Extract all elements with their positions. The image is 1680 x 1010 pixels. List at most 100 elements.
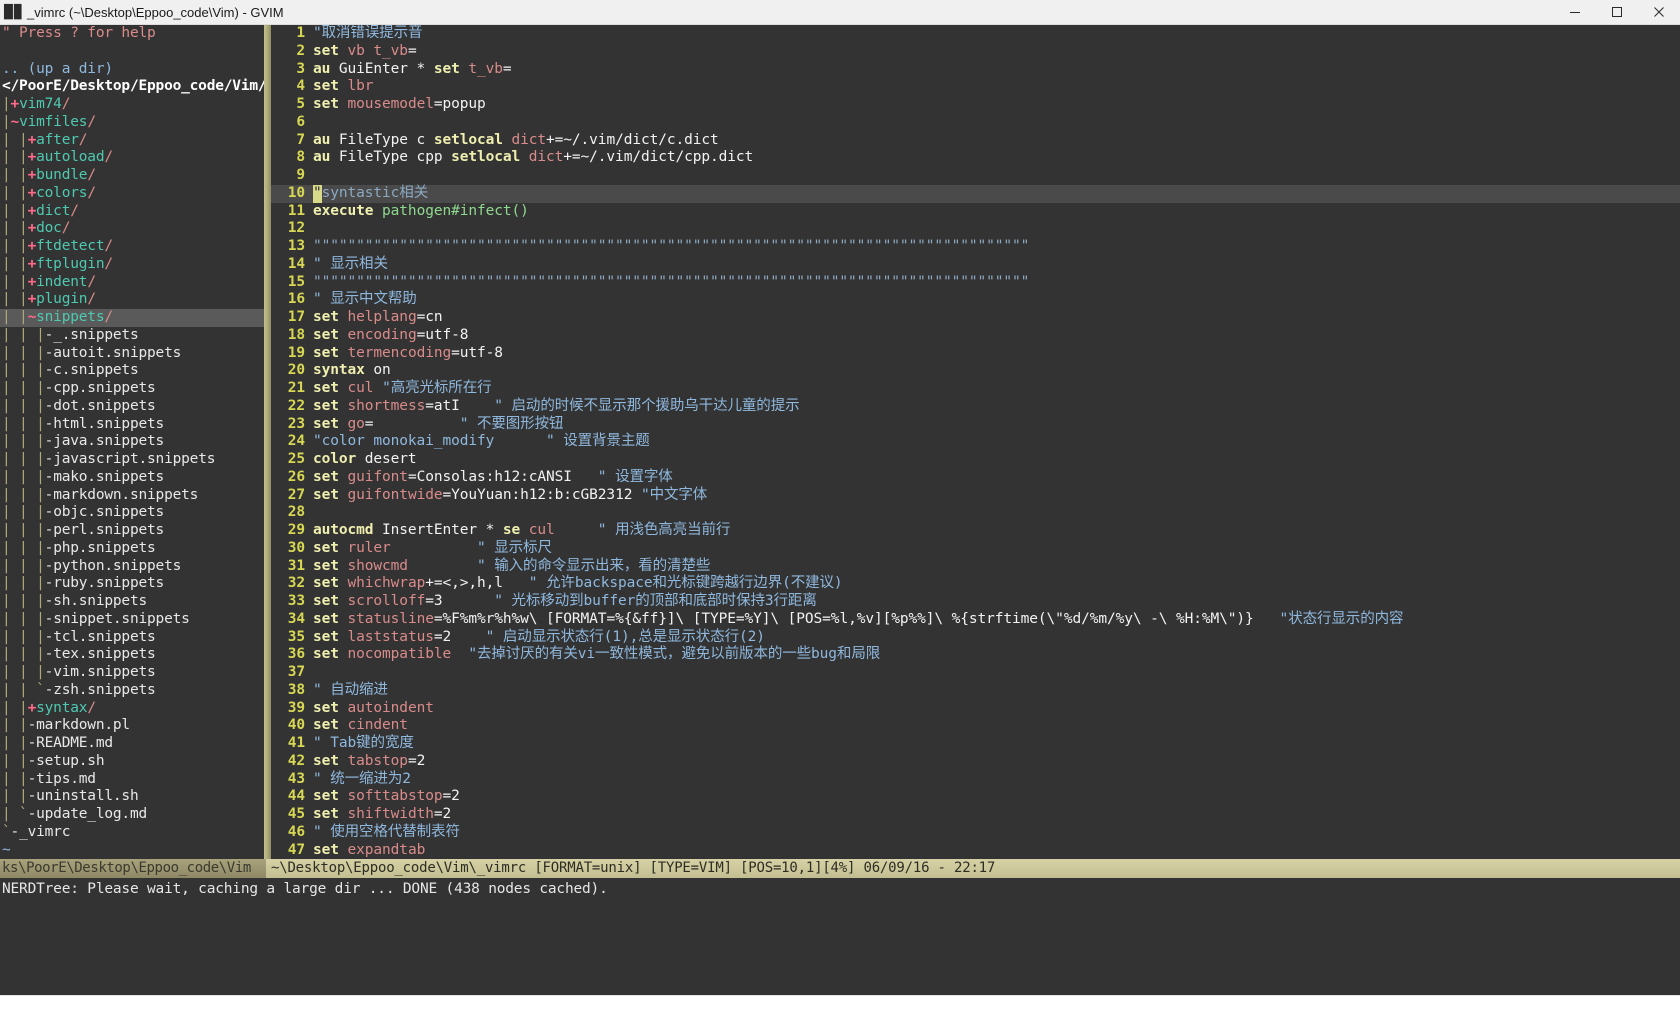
editor-line[interactable]: 35 set laststatus=2 " 启动显示状态行(1),总是显示状态行(… bbox=[271, 629, 1680, 647]
editor-line[interactable]: 27 set guifontwide=YouYuan:h12:b:cGB2312 … bbox=[271, 487, 1680, 505]
nerdtree-item-dot-snippets[interactable]: | | |-dot.snippets bbox=[0, 398, 264, 416]
nerdtree-item-uninstall-sh[interactable]: | |-uninstall.sh bbox=[0, 788, 264, 806]
nerdtree-root-path[interactable]: </PoorE/Desktop/Eppoo_code/Vim/ bbox=[0, 78, 264, 96]
editor-line[interactable]: 13 """"""""""""""""""""""""""""""""""""""… bbox=[271, 238, 1680, 256]
editor-line[interactable]: 40 set cindent bbox=[271, 717, 1680, 735]
nerdtree-item-autoit-snippets[interactable]: | | |-autoit.snippets bbox=[0, 345, 264, 363]
editor-line[interactable]: 3 au GuiEnter * set t_vb= bbox=[271, 61, 1680, 79]
editor-line[interactable]: 45 set shiftwidth=2 bbox=[271, 806, 1680, 824]
code-token: set bbox=[313, 593, 348, 609]
editor-line[interactable]: 16 " 显示中文帮助 bbox=[271, 291, 1680, 309]
nerdtree-item-indent[interactable]: | |+indent/ bbox=[0, 274, 264, 292]
editor-line[interactable]: 4 set lbr bbox=[271, 78, 1680, 96]
editor-line[interactable]: 2 set vb t_vb= bbox=[271, 43, 1680, 61]
editor-line[interactable]: 22 set shortmess=atI " 启动的时候不显示那个援助乌干达儿童的… bbox=[271, 398, 1680, 416]
nerdtree-item-doc[interactable]: | |+doc/ bbox=[0, 220, 264, 238]
editor-line[interactable]: 18 set encoding=utf-8 bbox=[271, 327, 1680, 345]
editor-line[interactable]: 29 autocmd InsertEnter * se cul " 用浅色高亮当前… bbox=[271, 522, 1680, 540]
editor-line[interactable]: 11 execute pathogen#infect() bbox=[271, 203, 1680, 221]
editor-line[interactable]: 17 set helplang=cn bbox=[271, 309, 1680, 327]
editor-line[interactable]: 14 " 显示相关 bbox=[271, 256, 1680, 274]
nerdtree-up-a-dir[interactable]: .. (up a dir) bbox=[0, 61, 264, 79]
close-button[interactable] bbox=[1638, 0, 1680, 24]
nerdtree-item-vim-snippets[interactable]: | | |-vim.snippets bbox=[0, 664, 264, 682]
nerdtree-item-vimrc[interactable]: `-_vimrc bbox=[0, 824, 264, 842]
nerdtree-item-php-snippets[interactable]: | | |-php.snippets bbox=[0, 540, 264, 558]
nerdtree-item-autoload[interactable]: | |+autoload/ bbox=[0, 149, 264, 167]
nerdtree-item-syntax[interactable]: | |+syntax/ bbox=[0, 700, 264, 718]
nerdtree-item-sh-snippets[interactable]: | | |-sh.snippets bbox=[0, 593, 264, 611]
editor-line[interactable]: 1 "取消错误提示音 bbox=[271, 25, 1680, 43]
editor-line[interactable]: 8 au FileType cpp setlocal dict+=~/.vim/d… bbox=[271, 149, 1680, 167]
nerdtree-item-zsh-snippets[interactable]: | | `-zsh.snippets bbox=[0, 682, 264, 700]
editor-line[interactable]: 34 set statusline=%F%m%r%h%w\ [FORMAT=%{&… bbox=[271, 611, 1680, 629]
editor-line[interactable]: 42 set tabstop=2 bbox=[271, 753, 1680, 771]
nerdtree-item-ruby-snippets[interactable]: | | |-ruby.snippets bbox=[0, 575, 264, 593]
nerdtree-item-plugin[interactable]: | |+plugin/ bbox=[0, 291, 264, 309]
nerdtree-item-setup-sh[interactable]: | |-setup.sh bbox=[0, 753, 264, 771]
editor-line[interactable]: 30 set ruler " 显示标尺 bbox=[271, 540, 1680, 558]
editor-line[interactable]: 15 """"""""""""""""""""""""""""""""""""""… bbox=[271, 274, 1680, 292]
nerdtree-item-tcl-snippets[interactable]: | | |-tcl.snippets bbox=[0, 629, 264, 647]
nerdtree-item-snippets[interactable]: | | |-_.snippets bbox=[0, 327, 264, 345]
nerdtree-item-javascript-snippets[interactable]: | | |-javascript.snippets bbox=[0, 451, 264, 469]
nerdtree-item-mako-snippets[interactable]: | | |-mako.snippets bbox=[0, 469, 264, 487]
nerdtree-item-perl-snippets[interactable]: | | |-perl.snippets bbox=[0, 522, 264, 540]
nerdtree-item-snippet-snippets[interactable]: | | |-snippet.snippets bbox=[0, 611, 264, 629]
editor-line[interactable]: 41 " Tab键的宽度 bbox=[271, 735, 1680, 753]
nerdtree-item-c-snippets[interactable]: | | |-c.snippets bbox=[0, 362, 264, 380]
editor-line[interactable]: 43 " 统一缩进为2 bbox=[271, 771, 1680, 789]
nerdtree-item-cpp-snippets[interactable]: | | |-cpp.snippets bbox=[0, 380, 264, 398]
nerdtree-item-tex-snippets[interactable]: | | |-tex.snippets bbox=[0, 646, 264, 664]
nerdtree-item-vim74[interactable]: |+vim74/ bbox=[0, 96, 264, 114]
nerdtree-item-dict[interactable]: | |+dict/ bbox=[0, 203, 264, 221]
editor-line[interactable]: 6 bbox=[271, 114, 1680, 132]
nerdtree-item-markdown-pl[interactable]: | |-markdown.pl bbox=[0, 717, 264, 735]
editor-line[interactable]: 32 set whichwrap+=<,>,h,l " 允许backspace和光… bbox=[271, 575, 1680, 593]
nerdtree-item-java-snippets[interactable]: | | |-java.snippets bbox=[0, 433, 264, 451]
editor-pane[interactable]: 1 "取消错误提示音 2 set vb t_vb= 3 au GuiEnter * set… bbox=[271, 25, 1680, 859]
command-line[interactable]: NERDTree: Please wait, caching a large d… bbox=[0, 878, 1680, 995]
editor-line[interactable]: 31 set showcmd " 输入的命令显示出来，看的清楚些 bbox=[271, 558, 1680, 576]
editor-line[interactable]: 39 set autoindent bbox=[271, 700, 1680, 718]
editor-line[interactable]: 44 set softtabstop=2 bbox=[271, 788, 1680, 806]
nerdtree-item-colors[interactable]: | |+colors/ bbox=[0, 185, 264, 203]
maximize-button[interactable] bbox=[1596, 0, 1638, 24]
nerdtree-item-objc-snippets[interactable]: | | |-objc.snippets bbox=[0, 504, 264, 522]
editor-line[interactable]: 28 bbox=[271, 504, 1680, 522]
minimize-button[interactable] bbox=[1554, 0, 1596, 24]
nerdtree-item-markdown-snippets[interactable]: | | |-markdown.snippets bbox=[0, 487, 264, 505]
vertical-split-separator[interactable] bbox=[264, 25, 271, 859]
editor-line[interactable]: 5 set mousemodel=popup bbox=[271, 96, 1680, 114]
editor-line[interactable]: 37 bbox=[271, 664, 1680, 682]
editor-line[interactable]: 20 syntax on bbox=[271, 362, 1680, 380]
editor-line[interactable]: 33 set scrolloff=3 " 光标移动到buffer的顶部和底部时保持… bbox=[271, 593, 1680, 611]
editor-line[interactable]: 38 " 自动缩进 bbox=[271, 682, 1680, 700]
nerdtree-item-vimfiles[interactable]: |~vimfiles/ bbox=[0, 114, 264, 132]
nerdtree-item-bundle[interactable]: | |+bundle/ bbox=[0, 167, 264, 185]
nerdtree-item-ftdetect[interactable]: | |+ftdetect/ bbox=[0, 238, 264, 256]
tree-indent-guides: | | bbox=[2, 735, 28, 751]
nerdtree-item-snippets[interactable]: | |~snippets/ bbox=[0, 309, 264, 327]
editor-line[interactable]: 9 bbox=[271, 167, 1680, 185]
editor-line[interactable]: 26 set guifont=Consolas:h12:cANSI " 设置字体 bbox=[271, 469, 1680, 487]
editor-line[interactable]: 21 set cul "高亮光标所在行 bbox=[271, 380, 1680, 398]
editor-line[interactable]: 7 au FileType c setlocal dict+=~/.vim/dic… bbox=[271, 132, 1680, 150]
editor-line[interactable]: 47 set expandtab bbox=[271, 842, 1680, 860]
nerdtree-item-update-log-md[interactable]: | `-update_log.md bbox=[0, 806, 264, 824]
nerdtree-item-after[interactable]: | |+after/ bbox=[0, 132, 264, 150]
nerdtree-item-readme-md[interactable]: | |-README.md bbox=[0, 735, 264, 753]
editor-line[interactable]: 46 " 使用空格代替制表符 bbox=[271, 824, 1680, 842]
nerdtree-pane[interactable]: " Press ? for help .. (up a dir) </PoorE/D… bbox=[0, 25, 264, 859]
nerdtree-item-ftplugin[interactable]: | |+ftplugin/ bbox=[0, 256, 264, 274]
editor-line[interactable]: 25 color desert bbox=[271, 451, 1680, 469]
editor-line[interactable]: 19 set termencoding=utf-8 bbox=[271, 345, 1680, 363]
editor-line[interactable]: 10 "syntastic相关 bbox=[271, 184, 1680, 203]
editor-line[interactable]: 23 set go= " 不要图形按钮 bbox=[271, 416, 1680, 434]
editor-line[interactable]: 12 bbox=[271, 220, 1680, 238]
nerdtree-item-html-snippets[interactable]: | | |-html.snippets bbox=[0, 416, 264, 434]
nerdtree-item-tips-md[interactable]: | |-tips.md bbox=[0, 771, 264, 789]
editor-line[interactable]: 36 set nocompatible "去掉讨厌的有关vi一致性模式，避免以前版… bbox=[271, 646, 1680, 664]
editor-line[interactable]: 24 "color monokai_modify " 设置背景主题 bbox=[271, 433, 1680, 451]
nerdtree-item-python-snippets[interactable]: | | |-python.snippets bbox=[0, 558, 264, 576]
